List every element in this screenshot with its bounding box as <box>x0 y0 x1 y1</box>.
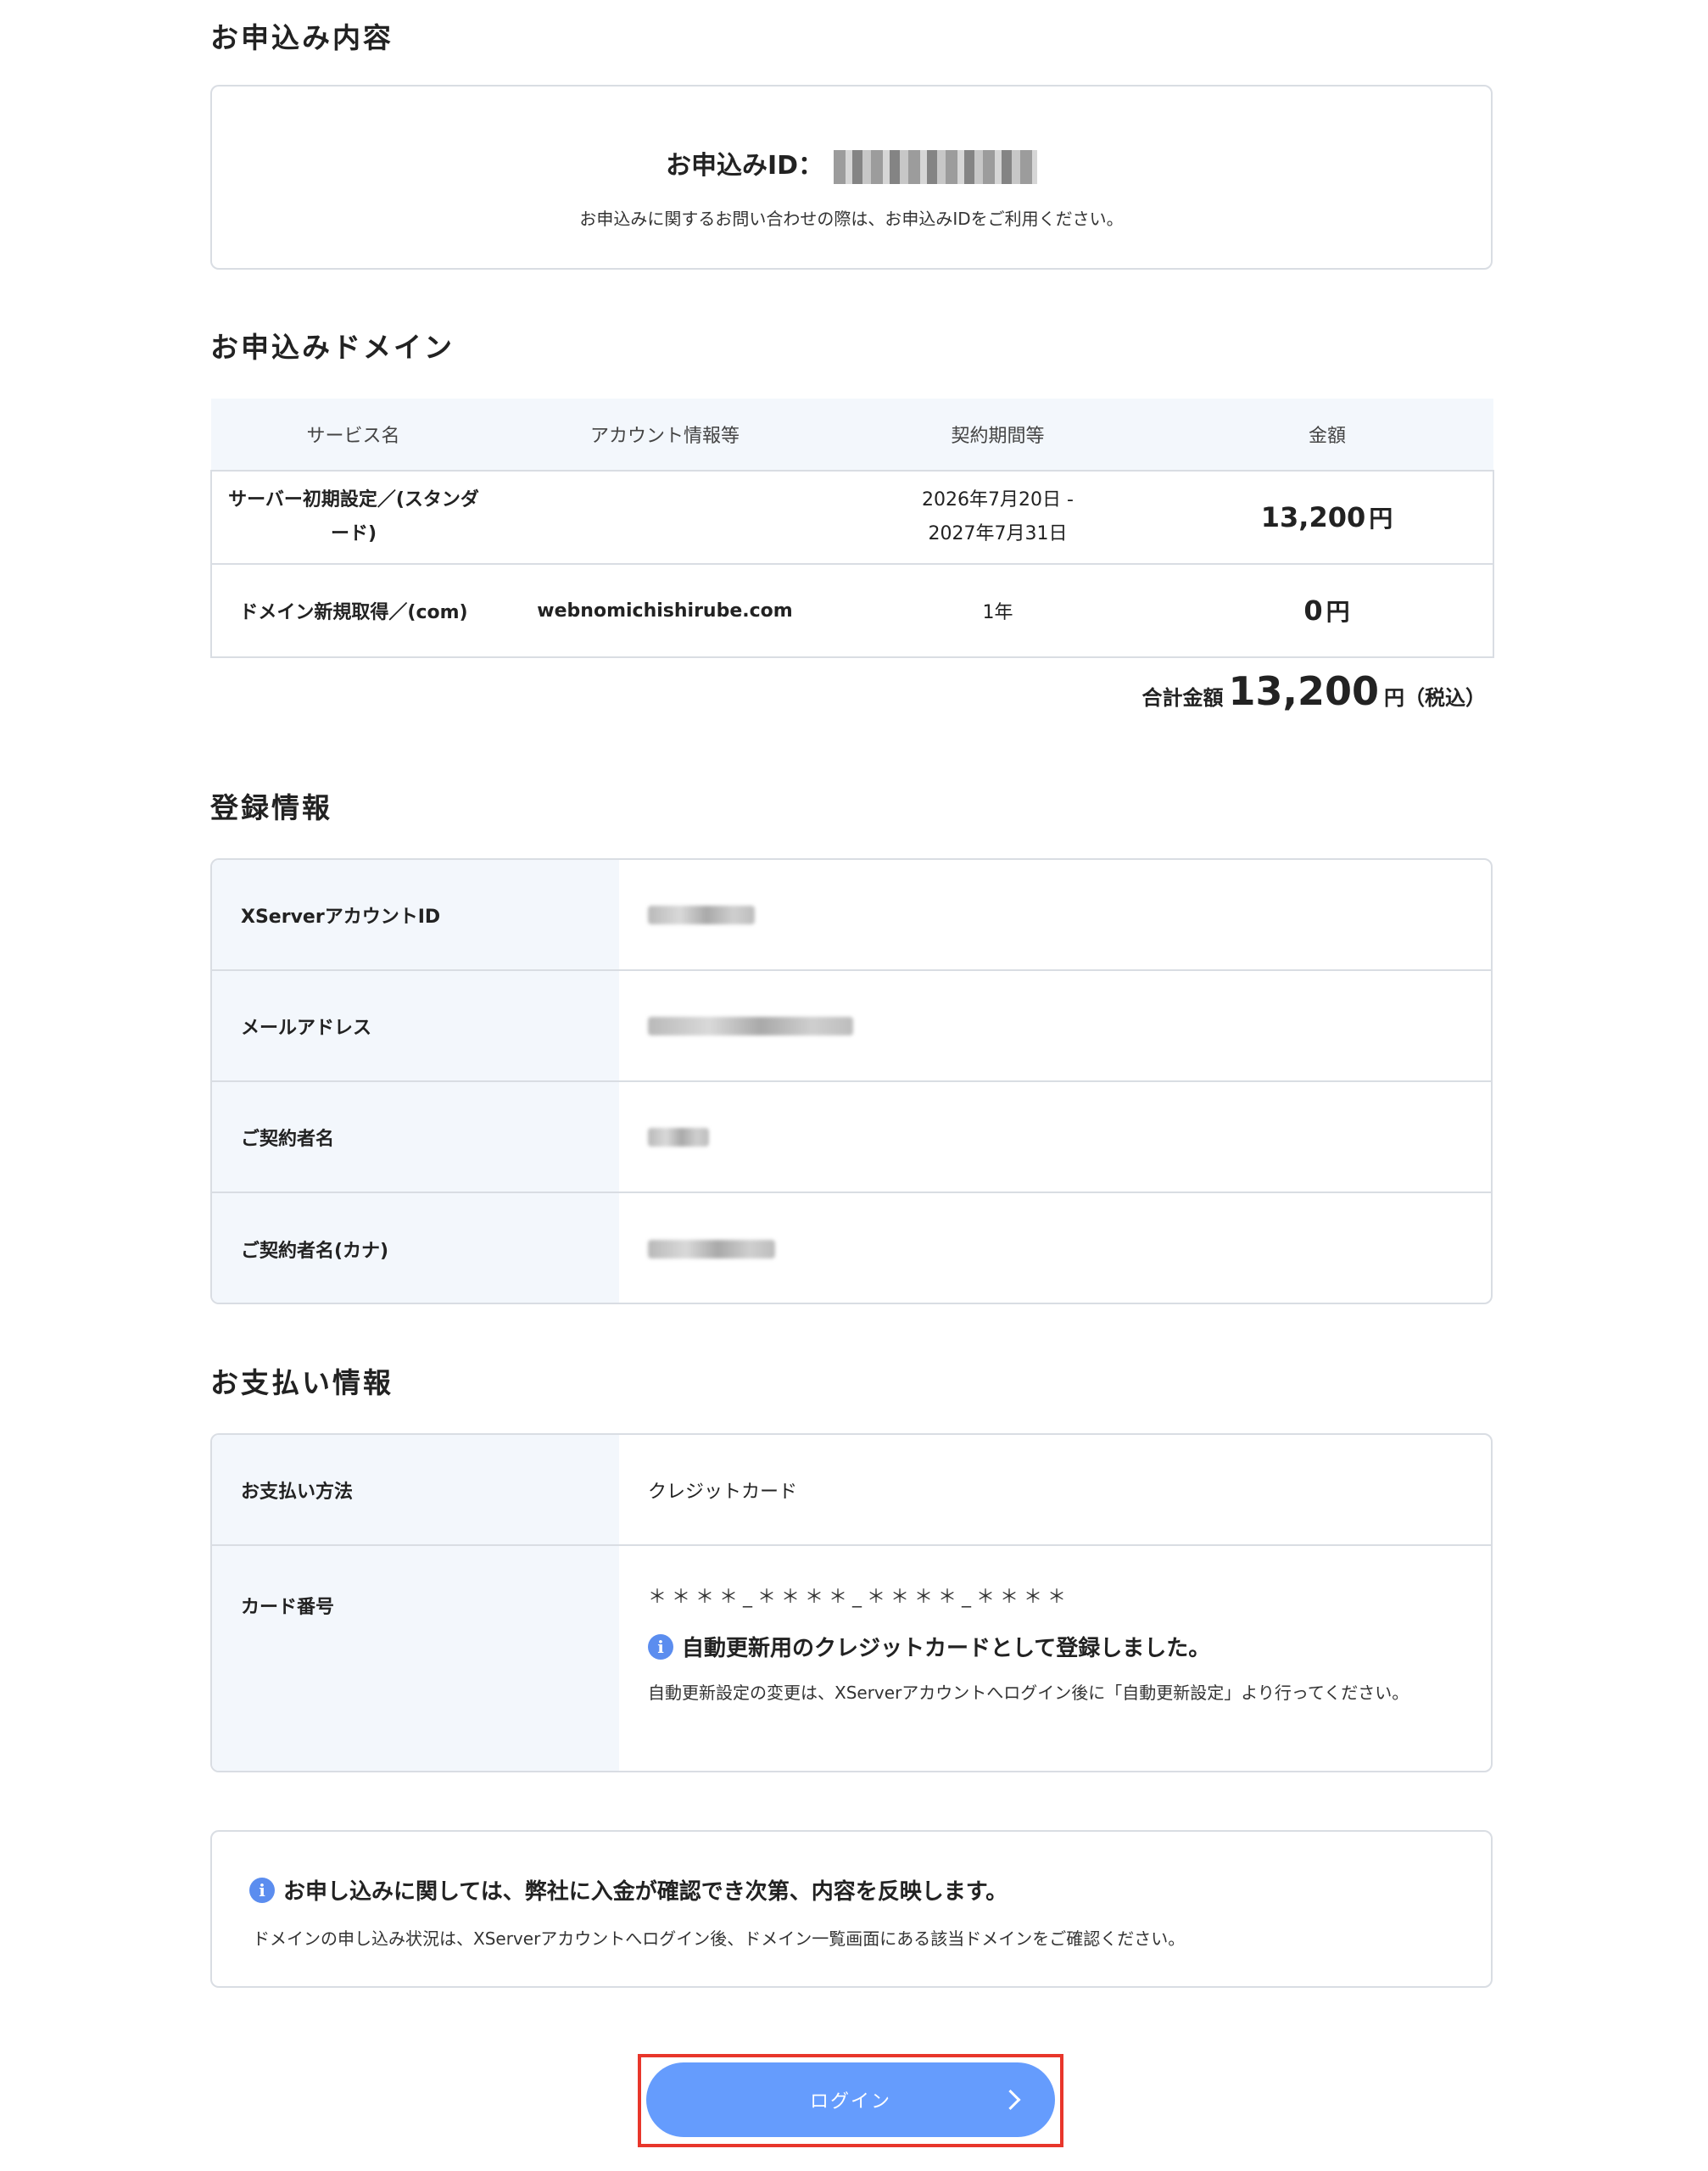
registration-key: ご契約者名(カナ) <box>212 1193 619 1303</box>
application-id-mosaic <box>834 149 1038 184</box>
card-number-key: カード番号 <box>212 1546 619 1771</box>
total-amount: 合計金額 13,200 円（税込） <box>1141 672 1486 711</box>
registration-row-name-kana: ご契約者名(カナ) <box>212 1193 1491 1303</box>
domain-table-header-row: サービス名 アカウント情報等 契約期間等 金額 <box>211 399 1493 471</box>
blurred-email <box>648 1016 853 1035</box>
chevron-right-icon <box>1000 2089 1021 2111</box>
login-button-label: ログイン <box>809 2091 891 2112</box>
total-label: 合計金額 <box>1141 686 1224 710</box>
amount: 0円 <box>1161 563 1494 658</box>
registration-value <box>619 971 1491 1080</box>
payment-method-key: お支払い方法 <box>212 1435 619 1544</box>
table-row: サーバー初期設定／(スタンダード) 2026年7月20日 - 2027年7月31… <box>210 470 1494 564</box>
application-id-line: お申込みID： <box>212 148 1491 185</box>
contract-period: 1年 <box>834 563 1161 658</box>
period-start: 2026年7月20日 - <box>922 489 1074 511</box>
table-row: ドメイン新規取得／(com) webnomichishirube.com 1年 … <box>210 563 1494 658</box>
registration-value <box>619 1193 1491 1303</box>
card-number-value: ＊＊＊＊_＊＊＊＊_＊＊＊＊_＊＊＊＊ i 自動更新用のクレジットカードとして登… <box>619 1546 1491 1771</box>
payment-method-value: クレジットカード <box>648 1481 798 1503</box>
blurred-name-kana <box>648 1239 775 1259</box>
amount-value: 0 <box>1303 594 1323 627</box>
notice-title: お申し込みに関しては、弊社に入金が確認でき次第、内容を反映します。 <box>283 1879 1008 1905</box>
registration-value <box>619 1082 1491 1192</box>
account-info <box>495 470 834 564</box>
registration-key: ご契約者名 <box>212 1082 619 1192</box>
header-service: サービス名 <box>211 399 495 471</box>
section-title-domain: お申込みドメイン <box>210 331 455 364</box>
login-button[interactable]: ログイン <box>646 2062 1055 2137</box>
registration-row-name: ご契約者名 <box>212 1082 1491 1193</box>
header-period: 契約期間等 <box>834 399 1161 471</box>
payment-box: お支払い方法 クレジットカード カード番号 ＊＊＊＊_＊＊＊＊_＊＊＊＊_＊＊＊… <box>210 1433 1493 1772</box>
notice-text: ドメインの申し込み状況は、XServerアカウントへログイン後、ドメイン一覧画面… <box>253 1928 1186 1949</box>
total-value: 13,200 <box>1228 668 1379 714</box>
card-number-masked: ＊＊＊＊_＊＊＊＊_＊＊＊＊_＊＊＊＊ <box>648 1587 1072 1608</box>
application-id-label: お申込みID： <box>665 151 824 181</box>
auto-renew-info-title: 自動更新用のクレジットカードとして登録しました。 <box>682 1636 1211 1661</box>
account-info: webnomichishirube.com <box>495 563 834 658</box>
notice-box: i お申し込みに関しては、弊社に入金が確認でき次第、内容を反映します。 ドメイン… <box>210 1830 1493 1988</box>
info-icon: i <box>249 1877 275 1903</box>
section-title-payment: お支払い情報 <box>210 1366 394 1399</box>
application-id-box: お申込みID： お申込みに関するお問い合わせの際は、お申込みIDをご利用ください… <box>210 85 1493 270</box>
registration-value <box>619 860 1491 969</box>
application-id-note: お申込みに関するお問い合わせの際は、お申込みIDをご利用ください。 <box>579 209 1124 229</box>
blurred-account-id <box>648 905 755 924</box>
amount: 13,200 円 <box>1161 470 1494 564</box>
domain-table: サービス名 アカウント情報等 契約期間等 金額 サーバー初期設定／(スタンダード… <box>210 399 1494 658</box>
section-title-registration: 登録情報 <box>210 791 332 824</box>
payment-row-card: カード番号 ＊＊＊＊_＊＊＊＊_＊＊＊＊_＊＊＊＊ i 自動更新用のクレジットカ… <box>212 1546 1491 1771</box>
header-amount: 金額 <box>1161 399 1493 471</box>
notice-title-line: i お申し込みに関しては、弊社に入金が確認でき次第、内容を反映します。 <box>249 1874 1007 1906</box>
contract-period: 2026年7月20日 - 2027年7月31日 <box>834 470 1161 564</box>
amount-value: 13,200 <box>1260 501 1366 533</box>
total-unit: 円（税込） <box>1384 686 1486 710</box>
period-end: 2027年7月31日 <box>928 523 1068 544</box>
auto-renew-info: i 自動更新用のクレジットカードとして登録しました。 <box>648 1631 1457 1662</box>
amount-unit: 円 <box>1369 505 1393 533</box>
registration-row-account-id: XServerアカウントID <box>212 860 1491 971</box>
section-title-application: お申込み内容 <box>210 21 394 54</box>
registration-key: メールアドレス <box>212 971 619 1080</box>
payment-row-method: お支払い方法 クレジットカード <box>212 1435 1491 1546</box>
amount-unit: 円 <box>1326 598 1350 626</box>
info-icon: i <box>648 1633 673 1660</box>
auto-renew-info-text: 自動更新設定の変更は、XServerアカウントへログイン後に「自動更新設定」より… <box>648 1683 1409 1703</box>
header-account: アカウント情報等 <box>495 399 834 471</box>
period-start: 1年 <box>982 602 1013 623</box>
service-name: サーバー初期設定／(スタンダード) <box>210 470 495 564</box>
registration-row-email: メールアドレス <box>212 971 1491 1082</box>
registration-key: XServerアカウントID <box>212 860 619 969</box>
registration-box: XServerアカウントID メールアドレス ご契約者名 ご契約者名(カナ) <box>210 858 1493 1304</box>
service-name: ドメイン新規取得／(com) <box>210 563 495 658</box>
blurred-name <box>648 1127 709 1147</box>
